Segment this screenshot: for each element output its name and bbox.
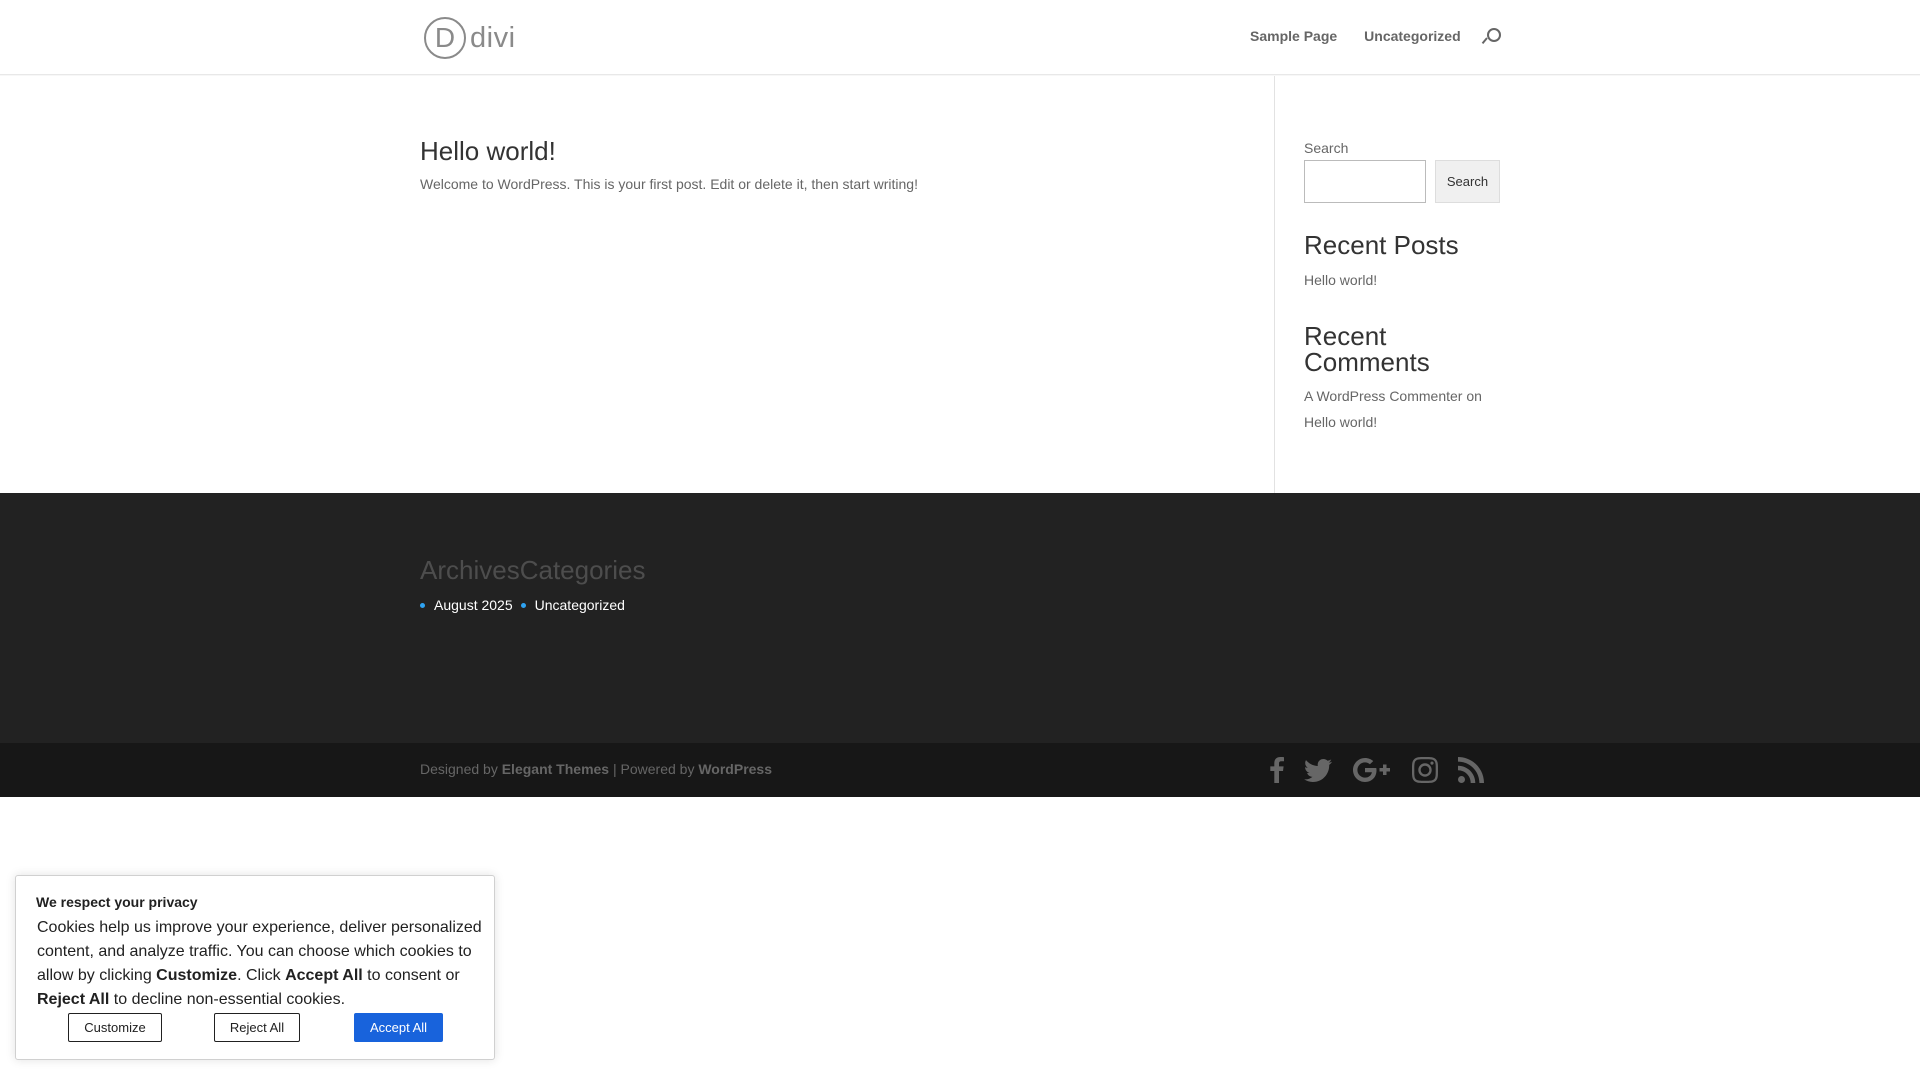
footer-credits: Designed by Elegant Themes | Powered by … [420,761,772,777]
search-input[interactable] [1304,160,1426,203]
post-title[interactable]: Hello world! [420,136,556,167]
search-label: Search [1304,140,1349,156]
powered-by-text: | Powered by [609,761,699,777]
comment-author-link[interactable]: A WordPress Commenter [1304,388,1462,404]
comment-post-link[interactable]: Hello world! [1304,414,1377,430]
sidebar-divider [1274,76,1275,493]
archive-link-label: August 2025 [434,597,513,613]
recent-comments-title: Recent Comments [1304,321,1430,377]
site-logo[interactable]: D divi [424,17,516,59]
category-link-uncategorized[interactable]: Uncategorized [520,597,625,613]
cookie-customize-button[interactable]: Customize [68,1013,162,1042]
cookie-customize-word: Customize [156,967,238,984]
footer-bottom-bar: Designed by Elegant Themes | Powered by … [0,743,1920,797]
facebook-icon[interactable] [1270,755,1284,785]
recent-comment-item: A WordPress Commenter on Hello world! [1304,383,1500,435]
cookie-text-4: to decline non-essential cookies. [109,991,346,1008]
nav-item-uncategorized[interactable]: Uncategorized [1364,28,1460,44]
social-icons [1270,755,1484,785]
archive-link-august-2025[interactable]: August 2025 [420,597,513,613]
category-link-label: Uncategorized [534,597,625,613]
logo-text: divi [470,21,516,54]
cookie-banner-title: We respect your privacy [36,894,198,910]
nav-item-sample-page[interactable]: Sample Page [1250,28,1337,44]
bullet-icon [420,602,425,608]
logo-mark: D [424,17,466,59]
post-excerpt: Welcome to WordPress. This is your first… [420,176,918,192]
cookie-consent-banner: We respect your privacy Cookies help us … [15,875,495,1060]
cookie-text-3: to consent or [362,967,460,984]
categories-title: Categories [519,555,646,585]
main-nav: Sample Page Uncategorized [1250,26,1501,46]
site-header: D divi Sample Page Uncategorized [0,0,1920,75]
cookie-accept-word: Accept All [285,967,363,984]
footer-widget-titles: Archives Categories [420,555,645,586]
comment-on-text: on [1462,388,1482,404]
search-icon[interactable] [1483,26,1501,46]
elegant-themes-link[interactable]: Elegant Themes [502,761,609,777]
footer-widgets: Archives Categories August 2025 Uncategor… [0,493,1920,743]
bullet-icon [520,602,526,608]
archives-title: Archives [420,555,520,585]
cookie-reject-word: Reject All [37,991,110,1008]
twitter-icon[interactable] [1304,755,1332,785]
designed-by-text: Designed by [420,761,502,777]
cookie-text-2: . Click [237,967,286,984]
footer-widget-list: August 2025 Uncategorized [420,597,633,613]
main-content: Hello world! Welcome to WordPress. This … [0,76,1920,493]
google-plus-icon[interactable] [1352,755,1392,785]
search-button[interactable]: Search [1435,160,1500,203]
recent-post-link[interactable]: Hello world! [1304,272,1377,288]
wordpress-link[interactable]: WordPress [698,761,772,777]
cookie-reject-all-button[interactable]: Reject All [214,1013,300,1042]
cookie-banner-text: Cookies help us improve your experience,… [37,916,487,1012]
rss-icon[interactable] [1458,755,1484,785]
instagram-icon[interactable] [1412,755,1438,785]
cookie-accept-all-button[interactable]: Accept All [354,1013,443,1042]
recent-posts-title: Recent Posts [1304,230,1459,260]
